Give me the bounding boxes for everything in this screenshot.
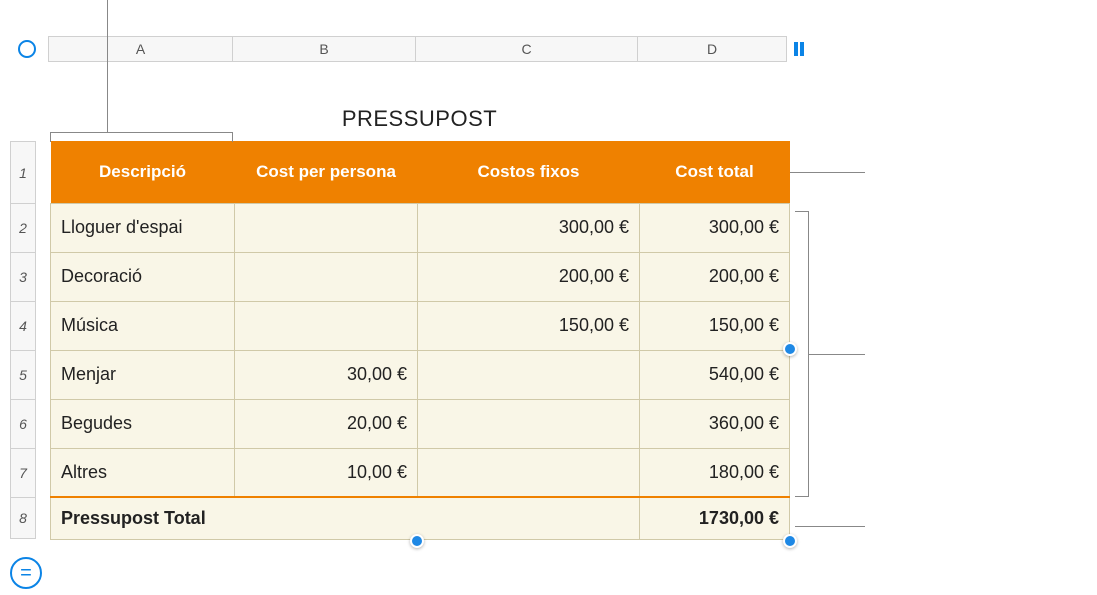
formula-button[interactable]: = xyxy=(10,557,42,589)
cell-fixed[interactable] xyxy=(418,448,640,497)
row-header-2[interactable]: 2 xyxy=(10,203,36,252)
cell-cpp[interactable] xyxy=(235,203,418,252)
row-header-8[interactable]: 8 xyxy=(10,497,36,539)
total-row: Pressupost Total 1730,00 € xyxy=(51,497,790,539)
cell-desc[interactable]: Decoració xyxy=(51,252,235,301)
table-title[interactable]: PRESSUPOST xyxy=(50,106,789,132)
cell-total[interactable]: 540,00 € xyxy=(640,350,790,399)
total-label[interactable]: Pressupost Total xyxy=(51,497,640,539)
cell-cpp[interactable]: 30,00 € xyxy=(235,350,418,399)
callout-line xyxy=(790,172,865,173)
selection-handle[interactable] xyxy=(783,534,797,548)
header-row: Descripció Cost per persona Costos fixos… xyxy=(51,141,790,203)
callout-line xyxy=(107,0,108,102)
callout-bracket xyxy=(795,211,809,497)
row-header-5[interactable]: 5 xyxy=(10,350,36,399)
cell-total[interactable]: 180,00 € xyxy=(640,448,790,497)
cell-total[interactable]: 300,00 € xyxy=(640,203,790,252)
row-header-3[interactable]: 3 xyxy=(10,252,36,301)
row-header-6[interactable]: 6 xyxy=(10,399,36,448)
cell-desc[interactable]: Altres xyxy=(51,448,235,497)
cell-fixed[interactable] xyxy=(418,399,640,448)
cell-desc[interactable]: Menjar xyxy=(51,350,235,399)
selection-handle[interactable] xyxy=(410,534,424,548)
cell-cpp[interactable] xyxy=(235,301,418,350)
cell-desc[interactable]: Música xyxy=(51,301,235,350)
cell-total[interactable]: 200,00 € xyxy=(640,252,790,301)
total-value[interactable]: 1730,00 € xyxy=(640,497,790,539)
row-header-7[interactable]: 7 xyxy=(10,448,36,497)
header-fixed[interactable]: Costos fixos xyxy=(418,141,640,203)
cell-total[interactable]: 150,00 € xyxy=(640,301,790,350)
header-total[interactable]: Cost total xyxy=(640,141,790,203)
cell-total[interactable]: 360,00 € xyxy=(640,399,790,448)
cell-fixed[interactable]: 300,00 € xyxy=(418,203,640,252)
callout-line xyxy=(107,102,108,132)
header-desc[interactable]: Descripció xyxy=(51,141,235,203)
col-header-C[interactable]: C xyxy=(415,36,637,62)
col-header-A[interactable]: A xyxy=(48,36,232,62)
table-row: Música 150,00 € 150,00 € xyxy=(51,301,790,350)
table-row: Lloguer d'espai 300,00 € 300,00 € xyxy=(51,203,790,252)
table-row: Altres 10,00 € 180,00 € xyxy=(51,448,790,497)
column-headers: A B C D xyxy=(48,36,787,62)
row-header-4[interactable]: 4 xyxy=(10,301,36,350)
callout-bracket xyxy=(50,132,233,142)
spreadsheet-table: Descripció Cost per persona Costos fixos… xyxy=(50,141,790,540)
cell-fixed[interactable] xyxy=(418,350,640,399)
table-row: Begudes 20,00 € 360,00 € xyxy=(51,399,790,448)
column-add-handle[interactable] xyxy=(792,42,806,56)
callout-line xyxy=(809,354,865,355)
callout-line xyxy=(795,526,865,527)
cell-cpp[interactable]: 20,00 € xyxy=(235,399,418,448)
header-cpp[interactable]: Cost per persona xyxy=(235,141,418,203)
table-row: Menjar 30,00 € 540,00 € xyxy=(51,350,790,399)
cell-fixed[interactable]: 200,00 € xyxy=(418,252,640,301)
row-headers: 1 2 3 4 5 6 7 8 xyxy=(10,141,36,539)
select-all-handle[interactable] xyxy=(18,40,36,58)
col-header-B[interactable]: B xyxy=(232,36,415,62)
col-header-D[interactable]: D xyxy=(637,36,787,62)
cell-desc[interactable]: Lloguer d'espai xyxy=(51,203,235,252)
cell-cpp[interactable] xyxy=(235,252,418,301)
cell-desc[interactable]: Begudes xyxy=(51,399,235,448)
table-row: Decoració 200,00 € 200,00 € xyxy=(51,252,790,301)
row-header-1[interactable]: 1 xyxy=(10,141,36,203)
cell-fixed[interactable]: 150,00 € xyxy=(418,301,640,350)
cell-cpp[interactable]: 10,00 € xyxy=(235,448,418,497)
